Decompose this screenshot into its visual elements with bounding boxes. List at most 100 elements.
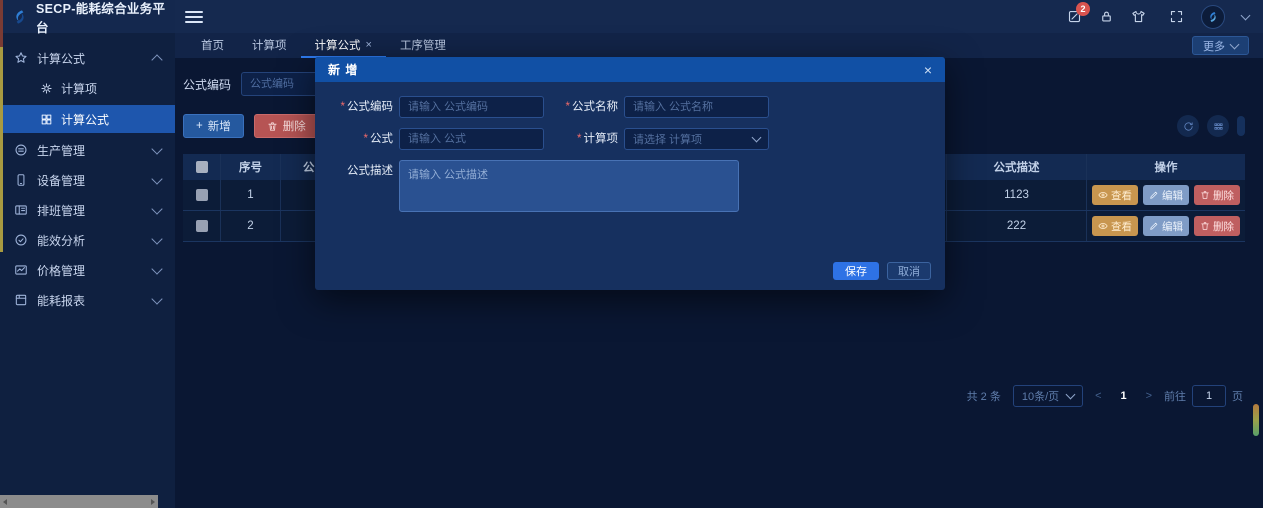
scrollbar-right-arrow-icon[interactable] — [151, 499, 155, 505]
report-icon — [14, 293, 28, 307]
plus-icon: + — [196, 120, 203, 132]
filter-label: 公式编码 — [183, 76, 231, 93]
notification-badge: 2 — [1076, 2, 1090, 16]
field-label-code: *公式编码 — [315, 96, 393, 118]
tab-calc-item[interactable]: 计算项 — [238, 33, 301, 58]
field-label-desc: 公式描述 — [315, 160, 393, 215]
pencil-icon — [1149, 221, 1159, 231]
calc-item-select[interactable]: 请选择 计算项 — [624, 128, 769, 150]
vertical-scrollbar-thumb[interactable] — [1253, 404, 1259, 436]
sidebar-item-production[interactable]: 生产管理 — [0, 135, 175, 165]
topbar: 2 — [175, 0, 1263, 33]
current-page[interactable]: 1 — [1114, 390, 1134, 402]
chevron-down-icon — [1066, 390, 1076, 400]
sidebar-item-shift[interactable]: 排班管理 — [0, 195, 175, 225]
goto-page: 前往 页 — [1164, 385, 1243, 407]
trash-icon — [1200, 221, 1210, 231]
row-delete-button[interactable]: 删除 — [1194, 216, 1240, 236]
brand: SECP-能耗综合业务平台 — [0, 0, 175, 33]
tab-calc-formula[interactable]: 计算公式 × — [301, 33, 386, 58]
table-tools — [1177, 115, 1245, 137]
row-seq: 2 — [221, 211, 281, 241]
sidebar-item-price[interactable]: 价格管理 — [0, 255, 175, 285]
delete-button[interactable]: 删除 — [254, 114, 319, 138]
grid-icon — [40, 113, 53, 126]
page-size-select[interactable]: 10条/页 — [1013, 385, 1083, 407]
sidebar-nav: 计算公式 计算项 计算公式 生产管理 — [0, 33, 175, 315]
tab-home[interactable]: 首页 — [187, 33, 238, 58]
formula-name-input[interactable] — [624, 96, 769, 118]
more-button[interactable]: 更多 — [1192, 36, 1249, 55]
trash-icon — [1200, 190, 1210, 200]
topbar-icons: 2 — [1067, 5, 1263, 29]
select-all-checkbox[interactable] — [196, 161, 208, 173]
row-seq: 1 — [221, 180, 281, 210]
chevron-down-icon — [151, 293, 162, 304]
column-settings-icon[interactable] — [1207, 115, 1229, 137]
tabbar: 首页 计算项 计算公式 × 工序管理 更多 — [175, 33, 1263, 58]
left-edge-stripe-yellow — [0, 47, 3, 252]
device-icon — [14, 173, 28, 187]
row-desc: 1123 — [947, 180, 1087, 210]
pagination: 共 2 条 10条/页 < 1 > 前往 页 — [967, 385, 1243, 407]
lock-icon[interactable] — [1099, 9, 1114, 24]
production-icon — [14, 143, 28, 157]
eye-icon — [1098, 221, 1108, 231]
brand-title: SECP-能耗综合业务平台 — [36, 0, 175, 36]
field-label-name: *公式名称 — [552, 96, 618, 118]
star-icon — [14, 51, 28, 65]
sidebar-item-calc-formula[interactable]: 计算公式 — [0, 105, 175, 133]
save-button[interactable]: 保存 — [833, 262, 879, 280]
next-page-button[interactable]: > — [1146, 390, 1152, 402]
formula-code-input[interactable] — [399, 96, 544, 118]
column-header-desc: 公式描述 — [947, 154, 1087, 180]
cancel-button[interactable]: 取消 — [887, 262, 931, 280]
left-edge-stripe-red — [0, 0, 3, 47]
theme-shirt-icon[interactable] — [1131, 9, 1146, 24]
pencil-icon — [1149, 190, 1159, 200]
add-dialog: 新 增 × *公式编码 *公式名称 *公式 *计算项 — [315, 57, 945, 290]
sidebar-item-efficiency[interactable]: 能效分析 — [0, 225, 175, 255]
dialog-footer: 保存 取消 — [833, 262, 931, 280]
column-header-seq: 序号 — [221, 154, 281, 180]
refresh-icon[interactable] — [1177, 115, 1199, 137]
price-chart-icon — [14, 263, 28, 277]
field-label-formula: *公式 — [315, 128, 393, 150]
user-avatar[interactable] — [1201, 5, 1225, 29]
view-button[interactable]: 查看 — [1092, 216, 1138, 236]
add-button[interactable]: + 新增 — [183, 114, 244, 138]
chevron-down-icon[interactable] — [1241, 10, 1251, 20]
column-header-actions: 操作 — [1087, 154, 1245, 180]
hamburger-menu-icon[interactable] — [185, 8, 203, 26]
check-circle-icon — [14, 233, 28, 247]
eye-icon — [1098, 190, 1108, 200]
edit-button[interactable]: 编辑 — [1143, 185, 1189, 205]
prev-page-button[interactable]: < — [1095, 390, 1101, 402]
row-checkbox[interactable] — [196, 189, 208, 201]
chevron-up-icon — [151, 54, 162, 65]
total-count: 共 2 条 — [967, 388, 1001, 404]
dialog-header: 新 增 × — [315, 57, 945, 82]
tab-process[interactable]: 工序管理 — [386, 33, 460, 58]
row-checkbox[interactable] — [196, 220, 208, 232]
chevron-down-icon — [1230, 39, 1240, 49]
formula-desc-textarea[interactable] — [399, 160, 739, 212]
row-delete-button[interactable]: 删除 — [1194, 185, 1240, 205]
sidebar-item-device[interactable]: 设备管理 — [0, 165, 175, 195]
fullscreen-icon[interactable] — [1169, 9, 1184, 24]
scrollbar-left-arrow-icon[interactable] — [3, 499, 7, 505]
chevron-down-icon — [752, 133, 762, 143]
dialog-close-icon[interactable]: × — [924, 63, 932, 77]
edit-button[interactable]: 编辑 — [1143, 216, 1189, 236]
sidebar-item-formula-group[interactable]: 计算公式 — [0, 43, 175, 73]
horizontal-scrollbar[interactable] — [0, 495, 158, 508]
sidebar-item-calc-item[interactable]: 计算项 — [0, 73, 175, 103]
chevron-down-icon — [151, 263, 162, 274]
message-icon[interactable]: 2 — [1067, 9, 1082, 24]
formula-input[interactable] — [399, 128, 544, 150]
view-button[interactable]: 查看 — [1092, 185, 1138, 205]
sidebar-item-report[interactable]: 能耗报表 — [0, 285, 175, 315]
goto-page-input[interactable] — [1192, 385, 1226, 407]
tab-close-icon[interactable]: × — [366, 39, 372, 51]
tool-divider — [1237, 116, 1245, 136]
